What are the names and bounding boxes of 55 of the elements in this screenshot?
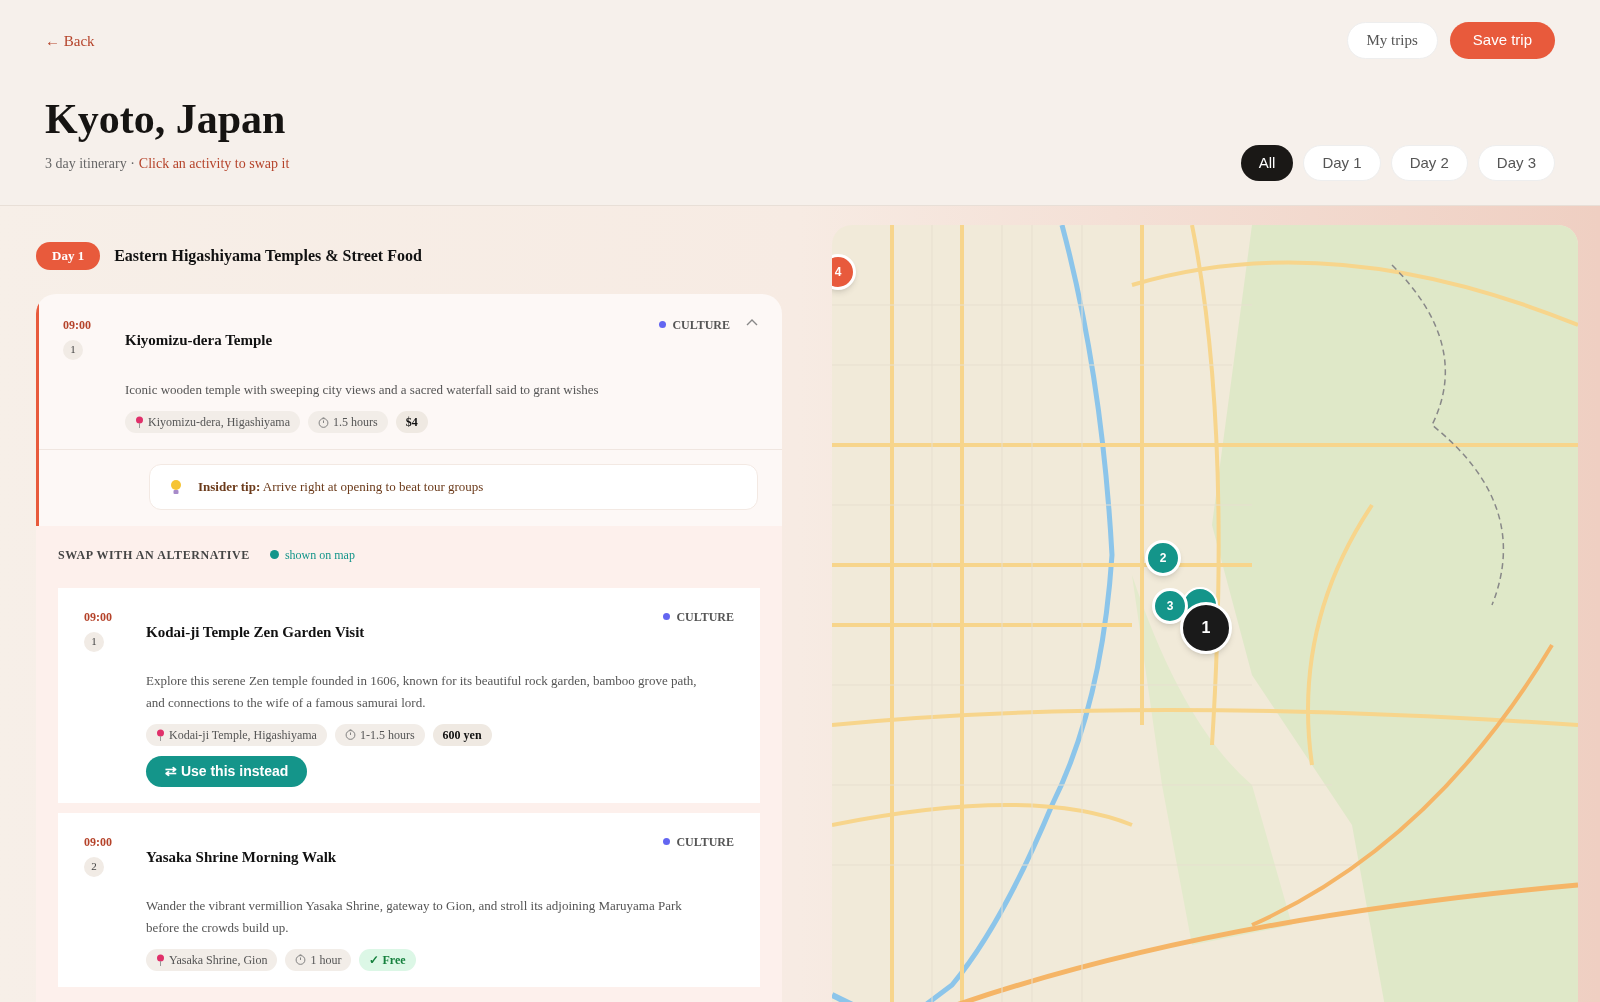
activity-name: Yasaka Shrine Morning Walk bbox=[146, 848, 337, 865]
location-tag: Kiyomizu-dera, Higashiyama bbox=[125, 411, 300, 433]
back-link[interactable]: ← Back bbox=[45, 30, 95, 53]
map-marker[interactable]: 1 bbox=[1180, 602, 1232, 654]
category-label: CULTURE bbox=[659, 315, 730, 334]
my-trips-button[interactable]: My trips bbox=[1346, 22, 1438, 59]
map-marker[interactable]: 2 bbox=[1145, 540, 1181, 576]
activity-name: Kiyomizu-dera Temple bbox=[125, 331, 273, 348]
alternative-card[interactable] bbox=[58, 812, 760, 987]
activity-number: 2 bbox=[84, 856, 104, 877]
stopwatch-icon bbox=[344, 729, 356, 740]
duration-tag: 1-1.5 hours bbox=[334, 723, 425, 746]
activity-time: 09:00 bbox=[84, 608, 112, 626]
location-tag: Kodai-ji Temple, Higashiyama bbox=[146, 723, 327, 746]
category-label: CULTURE bbox=[663, 832, 734, 851]
swap-hint: Click an activity to swap it bbox=[138, 155, 290, 173]
tip-text: Insider tip: Arrive right at opening to beat tour groups bbox=[198, 478, 484, 496]
activity-number: 1 bbox=[63, 339, 83, 360]
use-this-instead-button[interactable]: ⇄ Use this instead bbox=[146, 755, 308, 787]
duration-tag: 1.5 hours bbox=[307, 411, 388, 433]
lightbulb-icon bbox=[170, 478, 182, 495]
map-panel[interactable]: 4 2 3 1 bbox=[832, 225, 1578, 1002]
day-tab[interactable]: Day 3 bbox=[1477, 145, 1555, 181]
day-tab[interactable]: Day 1 bbox=[1303, 145, 1381, 181]
collapse-chevron-icon[interactable] bbox=[746, 317, 758, 326]
category-label: CULTURE bbox=[663, 607, 734, 626]
alternative-description: Explore this serene Zen temple founded in 1606, known for its beautiful rock garden, bamboo grove path, and connections to the wife of a famous samurai lord. bbox=[146, 671, 698, 712]
day-tab[interactable]: Day 2 bbox=[1390, 145, 1468, 181]
activity-description: Iconic wooden temple with sweeping city views and a sacred waterfall said to grant wishes bbox=[125, 380, 600, 399]
itinerary-summary: 3 day itinerary · bbox=[45, 155, 135, 173]
activity-name: Kodai-ji Temple Zen Garden Visit bbox=[146, 623, 365, 640]
map-marker[interactable]: 3 bbox=[1152, 588, 1188, 624]
free-tag: ✓ Free bbox=[359, 948, 416, 971]
activity-number: 1 bbox=[84, 631, 104, 652]
page-title: Kyoto, Japan bbox=[45, 94, 286, 144]
activity-time: 09:00 bbox=[63, 316, 91, 334]
pin-icon bbox=[135, 416, 144, 428]
location-tag: Yasaka Shrine, Gion bbox=[146, 948, 278, 971]
map-marker[interactable]: 4 bbox=[832, 254, 856, 290]
duration-tag: 1 hour bbox=[285, 948, 352, 971]
activity-time: 09:00 bbox=[84, 833, 112, 851]
price-tag: 600 yen bbox=[432, 723, 492, 746]
save-trip-button[interactable]: Save trip bbox=[1449, 22, 1555, 59]
day-title: Eastern Higashiyama Temples & Street Food bbox=[114, 245, 422, 267]
pin-icon bbox=[156, 728, 165, 741]
price-tag: $4 bbox=[395, 411, 428, 433]
day-tab[interactable]: All bbox=[1240, 145, 1294, 181]
stopwatch-icon bbox=[317, 416, 329, 428]
swap-heading: SWAP WITH AN ALTERNATIVE bbox=[58, 546, 250, 564]
legend-label: shown on map bbox=[284, 546, 355, 564]
pin-icon bbox=[156, 953, 165, 966]
alternative-card[interactable] bbox=[58, 587, 760, 803]
alternative-description: Wander the vibrant vermillion Yasaka Shrine, gateway to Gion, and stroll its adjoining Maruyama Park before the crowds build up. bbox=[146, 896, 683, 937]
day-badge: Day 1 bbox=[36, 242, 101, 270]
stopwatch-icon bbox=[295, 954, 307, 965]
